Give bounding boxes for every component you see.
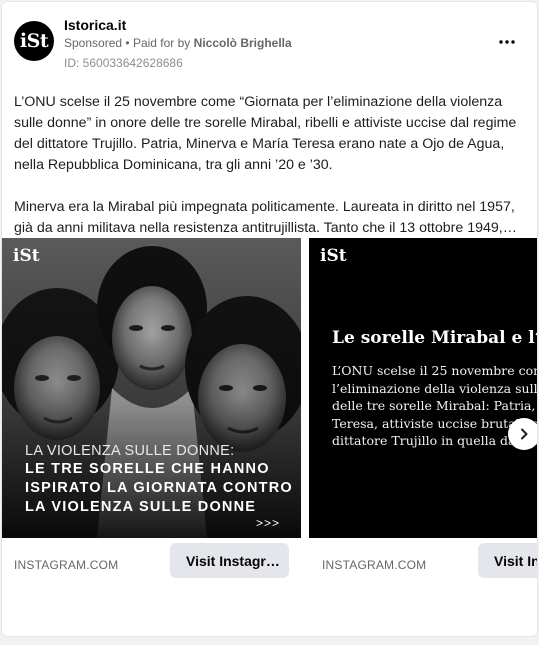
card-1-visit-button[interactable]: Visit Instagr…	[170, 543, 289, 578]
card-1-domain: INSTAGRAM.COM	[14, 558, 119, 572]
chevron-right-icon	[521, 428, 528, 440]
page-name[interactable]: Istorica.it	[64, 17, 126, 33]
post-body-text: L’ONU scelse il 25 novembre come “Giorna…	[14, 92, 529, 239]
paid-for-label: Paid for by	[132, 36, 191, 50]
ad-id: ID: 560033642628686	[64, 56, 183, 70]
image-carousel[interactable]: iSt LA VIOLENZA SULLE DONNE: LE TRE SORE…	[2, 238, 538, 548]
slide-title: Le sorelle Mirabal e l’ON	[332, 328, 537, 348]
post-paragraph: L’ONU scelse il 25 novembre come “Giorna…	[14, 94, 517, 173]
sponsored-meta: Sponsored • Paid for by Niccolò Brighell…	[64, 36, 292, 50]
card-2-domain: INSTAGRAM.COM	[322, 558, 427, 572]
carousel-card-1-image[interactable]: iSt LA VIOLENZA SULLE DONNE: LE TRE SORE…	[2, 238, 301, 538]
sponsored-label: Sponsored	[64, 36, 123, 50]
meta-separator: •	[125, 36, 133, 50]
carousel-next-button[interactable]	[508, 418, 537, 450]
brand-logo: iSt	[320, 246, 347, 266]
card-2-visit-button[interactable]: Visit Ins	[478, 543, 537, 578]
more-horizontal-icon	[499, 40, 515, 44]
carousel-card-2-image[interactable]: iSt Le sorelle Mirabal e l’ON L’ONU scel…	[309, 238, 538, 538]
page-avatar[interactable]: iSt	[14, 21, 54, 61]
more-options-button[interactable]	[494, 30, 520, 54]
image-caption-subtitle: LA VIOLENZA SULLE DONNE:	[25, 443, 235, 459]
swipe-arrows: >>>	[256, 516, 281, 530]
ad-post-card: iSt Istorica.it Sponsored • Paid for by …	[1, 1, 538, 637]
post-paragraph: Minerva era la Mirabal più impegnata pol…	[14, 199, 517, 236]
slide-text: L’ONU scelse il 25 novembre come “Giorna…	[332, 363, 538, 448]
brand-logo: iSt	[13, 246, 40, 266]
payer-name: Niccolò Brighella	[193, 36, 292, 50]
image-caption-title: LE TRE SORELLE CHE HANNO ISPIRATO LA GIO…	[25, 461, 293, 515]
